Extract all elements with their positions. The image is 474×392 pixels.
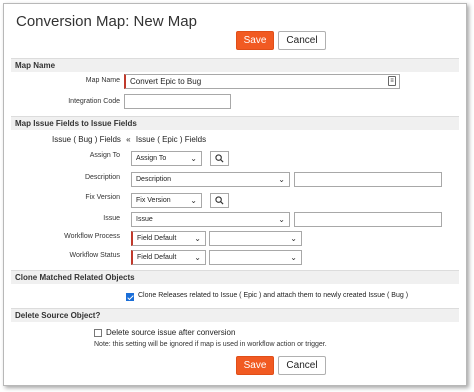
conversion-map-panel: Conversion Map: New Map Save Cancel Map … [3,3,467,386]
save-button-bottom[interactable]: Save [236,356,274,375]
fix-version-search-button[interactable] [210,193,229,208]
chevron-down-icon: ⌄ [194,253,201,262]
workflow-status-select-2[interactable]: ⌄ [209,250,302,265]
description-text-input[interactable] [294,172,442,187]
workflow-process-select-2[interactable]: ⌄ [209,231,302,246]
map-arrow: « [126,135,131,144]
field-label-issue: Issue [103,215,120,222]
save-button-top[interactable]: Save [236,31,274,50]
source-fields-header: Issue ( Epic ) Fields [135,135,207,144]
field-label-workflow-status: Workflow Status [69,252,120,259]
field-label-description: Description [84,174,120,181]
chevron-down-icon: ⌄ [290,253,297,262]
target-fields-header: Issue ( Bug ) Fields [52,135,121,144]
description-select[interactable]: Description ⌄ [131,172,290,187]
section-map-name: Map Name [11,58,459,72]
cancel-button-bottom[interactable]: Cancel [278,356,326,375]
workflow-process-select[interactable]: Field Default ⌄ [131,231,206,246]
search-icon [215,154,224,163]
chevron-down-icon: ⌄ [290,234,297,243]
workflow-status-select[interactable]: Field Default ⌄ [131,250,206,265]
clone-releases-label: Clone Releases related to Issue ( Epic )… [138,292,409,299]
issue-select[interactable]: Issue ⌄ [131,212,290,227]
assign-to-search-button[interactable] [210,151,229,166]
map-name-value: Convert Epic to Bug [130,77,202,86]
issue-select-value: Issue [136,216,153,223]
chevron-down-icon: ⌄ [278,215,285,224]
field-label-assign-to: Assign To [89,152,120,159]
section-delete-source: Delete Source Object? [11,308,459,322]
assign-to-select[interactable]: Assign To ⌄ [131,151,202,166]
fix-version-select-value: Fix Version [136,197,171,204]
section-map-fields: Map Issue Fields to Issue Fields [11,116,459,130]
page-title: Conversion Map: New Map [16,13,197,30]
map-name-input[interactable]: Convert Epic to Bug ≡ [124,74,400,89]
clone-releases-checkbox[interactable] [126,293,134,301]
field-label-fix-version: Fix Version [85,194,120,201]
fix-version-select[interactable]: Fix Version ⌄ [131,193,202,208]
description-select-value: Description [136,176,172,183]
assign-to-select-value: Assign To [136,155,167,162]
chevron-down-icon: ⌄ [194,234,201,243]
cancel-button-top[interactable]: Cancel [278,31,326,50]
section-clone-related: Clone Matched Related Objects [11,270,459,284]
chevron-down-icon: ⌄ [278,175,285,184]
workflow-process-select-value: Field Default [137,235,177,242]
delete-source-note: Note: this setting will be ignored if ma… [94,341,327,348]
chevron-down-icon: ⌄ [190,196,197,205]
field-label-workflow-process: Workflow Process [64,233,120,240]
issue-text-input[interactable] [294,212,442,227]
delete-source-label: Delete source issue after conversion [106,328,236,337]
delete-source-checkbox[interactable] [94,329,102,337]
map-name-label: Map Name [85,77,120,84]
integration-code-input[interactable] [124,94,231,109]
field-headers: Issue ( Bug ) Fields « Issue ( Epic ) Fi… [52,135,206,144]
lookup-icon[interactable]: ≡ [388,76,396,86]
integration-code-label: Integration Code [68,98,120,105]
search-icon [215,196,224,205]
workflow-status-select-value: Field Default [137,254,177,261]
chevron-down-icon: ⌄ [190,154,197,163]
